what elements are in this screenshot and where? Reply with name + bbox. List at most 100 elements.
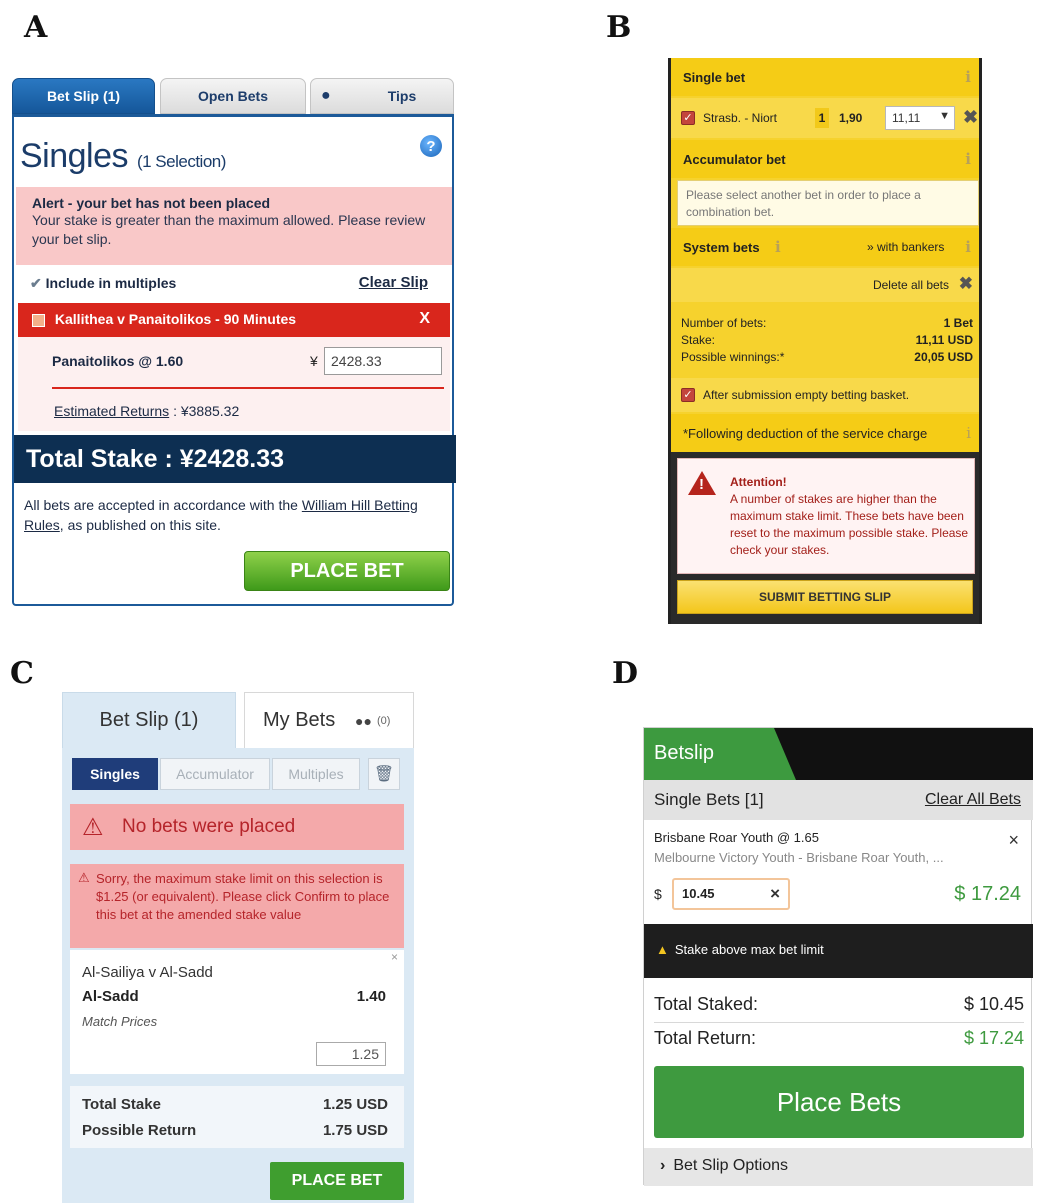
- pick-badge: 1: [815, 108, 829, 128]
- stake-input[interactable]: 10.45 ×: [672, 878, 790, 910]
- alert-box: Alert - your bet has not been placed You…: [16, 187, 452, 265]
- checkbox-icon[interactable]: [32, 313, 45, 327]
- tab-open-bets[interactable]: Open Bets: [160, 78, 306, 114]
- remove-selection-button[interactable]: X: [419, 310, 430, 328]
- tab-singles[interactable]: Singles: [72, 758, 158, 790]
- singles-title-text: Singles: [20, 137, 129, 175]
- total-staked-label: Total Staked:: [654, 994, 759, 1014]
- place-bets-button[interactable]: Place Bets: [654, 1066, 1024, 1138]
- info-icon[interactable]: i: [775, 238, 781, 256]
- stake-value: 10.45: [682, 886, 715, 901]
- clear-stake-icon[interactable]: ×: [770, 884, 780, 904]
- panel-label-b: B: [606, 10, 632, 45]
- odds-value: 1.40: [356, 988, 386, 1005]
- possible-return-value: 1.75 USD: [322, 1122, 388, 1139]
- tab-bet-slip[interactable]: Bet Slip (1): [12, 78, 155, 114]
- betslip-panel-b: Single bet i ✓ Strasb. - Niort 1 1,90 11…: [668, 58, 982, 624]
- possible-winnings: Possible winnings:* 20,05 USD: [681, 350, 973, 364]
- service-note-row: *Following deduction of the service char…: [671, 414, 979, 452]
- tab-my-bets[interactable]: My Bets ●● (0): [244, 692, 414, 748]
- selection-name: Al-Sadd: [82, 988, 139, 1005]
- attention-box: ! Attention! A number of stakes are high…: [677, 458, 975, 574]
- betslip-body: Singles Accumulator Multiples 🗑 ⚠ No bet…: [62, 748, 414, 1203]
- estimated-returns-value: : ¥3885.32: [173, 403, 240, 419]
- tab-betslip[interactable]: Betslip: [644, 728, 796, 780]
- single-bet-title: Single bet: [683, 70, 746, 85]
- accumulator-note: Please select another bet in order to pl…: [677, 180, 979, 226]
- submit-betting-slip-button[interactable]: SUBMIT BETTING SLIP: [677, 580, 973, 614]
- rules-text: All bets are accepted in accordance with…: [24, 495, 444, 535]
- estimated-returns: Estimated Returns : ¥3885.32: [54, 403, 239, 419]
- delete-icon[interactable]: ✖: [959, 274, 973, 294]
- empty-basket-row: ✓ After submission empty betting basket.: [671, 378, 979, 412]
- possible-return-label: Possible Return: [82, 1122, 197, 1139]
- betslip-panel-d: Betslip Single Bets [1] Clear All Bets B…: [643, 727, 1033, 1186]
- selection-card: × Al-Sailiya v Al-Sadd Al-Sadd 1.40 Matc…: [70, 950, 404, 1074]
- estimated-returns-label[interactable]: Estimated Returns: [54, 403, 169, 419]
- betslip-panel-c: Bet Slip (1) My Bets ●● (0) Singles Accu…: [62, 692, 414, 1203]
- panel-label-c: C: [10, 656, 34, 691]
- info-icon[interactable]: i: [965, 238, 971, 256]
- with-bankers-link[interactable]: » with bankers: [867, 240, 944, 254]
- place-bet-button[interactable]: PLACE BET: [270, 1162, 404, 1200]
- possible-winnings-value: 20,05 USD: [914, 350, 973, 364]
- clear-all-bets-link[interactable]: Clear All Bets: [925, 791, 1021, 809]
- trash-icon[interactable]: 🗑: [368, 758, 400, 790]
- total-return-value: $ 17.24: [963, 1028, 1024, 1048]
- place-bet-button[interactable]: PLACE BET: [244, 551, 450, 591]
- stake-input[interactable]: [324, 347, 442, 375]
- warning-icon: ▲: [656, 942, 669, 957]
- total-staked: Total Staked: $ 10.45: [654, 994, 1024, 1015]
- stake-select-value: 11,11: [892, 111, 921, 125]
- include-multiples-toggle[interactable]: ✔ Include in multiples: [30, 275, 176, 292]
- close-icon[interactable]: ×: [391, 950, 398, 964]
- service-note: *Following deduction of the service char…: [683, 426, 928, 441]
- currency-symbol: $: [654, 886, 662, 902]
- bet-slip-options[interactable]: › Bet Slip Options: [644, 1148, 1033, 1186]
- close-icon[interactable]: ×: [1008, 830, 1019, 851]
- stake-warning: ▲ Stake above max bet limit: [644, 924, 1033, 978]
- stake-label: Stake:: [681, 333, 716, 347]
- stake-select[interactable]: 11,11 ▼: [885, 106, 955, 130]
- tab-multiples[interactable]: Multiples: [272, 758, 360, 790]
- stake-input[interactable]: [316, 1042, 386, 1066]
- my-bets-count: (0): [377, 715, 391, 727]
- checkbox-icon[interactable]: ✓: [681, 388, 695, 402]
- single-bets-title: Single Bets [1]: [654, 790, 764, 809]
- no-bets-alert: ⚠ No bets were placed: [70, 804, 404, 850]
- tab-tips[interactable]: ●​ Tips: [310, 78, 454, 114]
- clear-slip-link[interactable]: Clear Slip: [359, 274, 428, 291]
- selection-name: Strasb. - Niort: [703, 111, 778, 125]
- panel-label-a: A: [24, 10, 48, 45]
- system-bets-title: System bets: [683, 240, 760, 255]
- help-icon[interactable]: ?: [420, 135, 442, 157]
- bet-slip-options-label: Bet Slip Options: [673, 1157, 789, 1174]
- possible-winnings-label: Possible winnings:*: [681, 350, 785, 364]
- single-bets-header: Single Bets [1] Clear All Bets: [644, 780, 1033, 820]
- alert-heading: Alert - your bet has not been placed: [32, 195, 271, 211]
- stake-warning-text: Stake above max bet limit: [674, 942, 824, 957]
- tab-my-bets-label: My Bets: [263, 709, 336, 731]
- no-bets-text: No bets were placed: [122, 816, 296, 837]
- divider: [52, 387, 444, 389]
- single-bet-header: Single bet i: [671, 58, 979, 96]
- alert-text: Your stake is greater than the maximum a…: [32, 212, 426, 247]
- remove-selection-button[interactable]: ✖: [963, 107, 978, 128]
- tab-bet-slip[interactable]: Bet Slip (1): [62, 692, 236, 748]
- betslip-panel-a: Bet Slip (1) Open Bets ●​ Tips Singles (…: [12, 78, 456, 606]
- info-icon[interactable]: i: [965, 68, 971, 86]
- checkbox-icon[interactable]: ✓: [681, 111, 695, 125]
- warning-icon: ⚠: [78, 870, 90, 885]
- total-stake-label: Total Stake: [82, 1096, 161, 1113]
- total-return-label: Total Return:: [654, 1028, 757, 1048]
- tab-accumulator[interactable]: Accumulator: [160, 758, 270, 790]
- include-multiples-label: Include in multiples: [45, 275, 177, 291]
- selection-row: Panaitolikos @ 1.60 ¥ Estimated Returns …: [18, 337, 450, 431]
- selection-header: Kallithea v Panaitolikos - 90 Minutes X: [18, 303, 450, 337]
- info-icon[interactable]: i: [965, 150, 971, 168]
- info-icon[interactable]: i: [966, 424, 971, 442]
- total-staked-value: $ 10.45: [963, 994, 1024, 1014]
- tab-tips-label: Tips: [387, 88, 417, 104]
- attention-text: A number of stakes are higher than the m…: [730, 492, 969, 557]
- delete-all-link[interactable]: Delete all bets: [873, 278, 949, 292]
